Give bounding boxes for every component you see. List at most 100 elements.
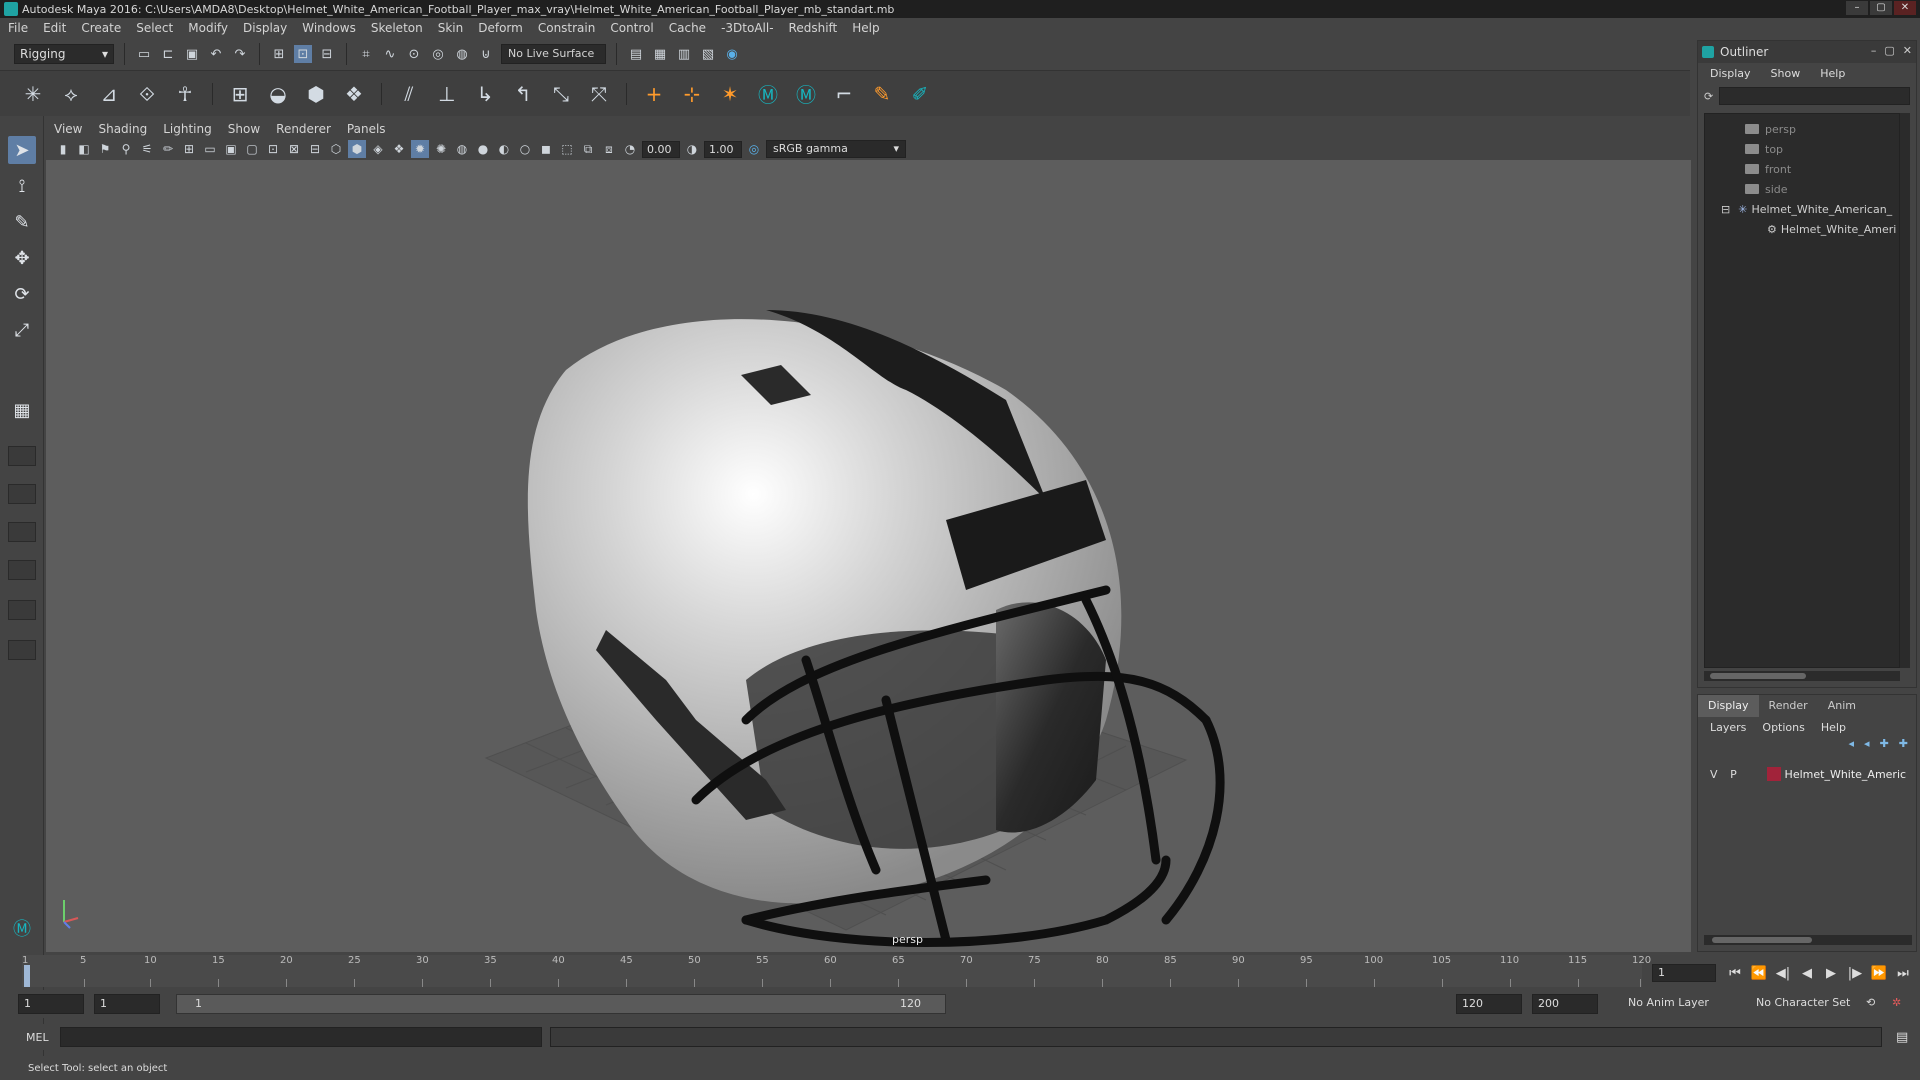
- snap-curve-icon[interactable]: ∿: [381, 45, 399, 63]
- outliner-menu-help[interactable]: Help: [1820, 67, 1845, 80]
- new-scene-icon[interactable]: ▭: [135, 45, 153, 63]
- render-view-icon[interactable]: ▤: [627, 45, 645, 63]
- select-by-object-icon[interactable]: ⊡: [294, 45, 312, 63]
- close-icon[interactable]: ✕: [1903, 44, 1912, 57]
- scale-constraint-icon[interactable]: ⤡: [546, 79, 576, 109]
- render-settings-icon[interactable]: ▧: [699, 45, 717, 63]
- anim-layer-dropdown[interactable]: No Anim Layer: [1628, 996, 1709, 1009]
- panel-menu-shading[interactable]: Shading: [98, 122, 147, 136]
- xray-components-icon[interactable]: ⧈: [600, 140, 618, 158]
- field-chart-icon[interactable]: ⊡: [264, 140, 282, 158]
- refresh-icon[interactable]: ⟳: [1704, 90, 1713, 103]
- layer-row[interactable]: V P Helmet_White_Americ: [1704, 765, 1912, 783]
- textured-icon[interactable]: ❖: [390, 140, 408, 158]
- orient-constraint-icon[interactable]: ↰: [508, 79, 538, 109]
- menu-windows[interactable]: Windows: [302, 21, 356, 35]
- close-button[interactable]: ✕: [1894, 1, 1916, 15]
- menu-help[interactable]: Help: [852, 21, 879, 35]
- layout-side-icon[interactable]: [8, 484, 36, 504]
- joint-tool-icon[interactable]: ✳: [18, 79, 48, 109]
- step-back-key-icon[interactable]: ⏪: [1750, 966, 1768, 981]
- 2d-pan-icon[interactable]: ⚟: [138, 140, 156, 158]
- layout-outliner-icon[interactable]: [8, 600, 36, 620]
- layout-stack-icon[interactable]: [8, 522, 36, 542]
- time-slider[interactable]: 1 5 10 15 20 25 30 35 40 45 50 55 60 65 …: [22, 955, 1651, 987]
- aim-constraint-icon[interactable]: ↳: [470, 79, 500, 109]
- maximize-button[interactable]: ▢: [1870, 1, 1892, 15]
- outliner-item-front[interactable]: front: [1745, 160, 1791, 178]
- point-constraint-icon[interactable]: ⊥: [432, 79, 462, 109]
- maya-m-icon[interactable]: Ⓜ: [753, 79, 783, 109]
- menu-constrain[interactable]: Constrain: [538, 21, 596, 35]
- collapse-icon[interactable]: ⊟: [1721, 203, 1730, 216]
- locator-icon[interactable]: +: [639, 79, 669, 109]
- move-layer-up-icon[interactable]: ◂: [1849, 737, 1855, 757]
- menu-control[interactable]: Control: [610, 21, 653, 35]
- layer-color-swatch[interactable]: [1766, 767, 1781, 781]
- safe-action-icon[interactable]: ⊠: [285, 140, 303, 158]
- single-pane-icon[interactable]: ▦: [8, 396, 36, 424]
- menu-edit[interactable]: Edit: [43, 21, 66, 35]
- minimize-icon[interactable]: –: [1871, 44, 1877, 57]
- paint-weights-icon[interactable]: ✎: [867, 79, 897, 109]
- snap-grid-icon[interactable]: ⌗: [357, 45, 375, 63]
- snap-view-icon[interactable]: ◎: [429, 45, 447, 63]
- magnet-icon[interactable]: ⊍: [477, 45, 495, 63]
- safe-title-icon[interactable]: ⊟: [306, 140, 324, 158]
- outliner-menu-display[interactable]: Display: [1710, 67, 1751, 80]
- current-time-marker[interactable]: [24, 965, 30, 987]
- current-frame-field[interactable]: 1: [1652, 964, 1716, 982]
- menu-3dtoall[interactable]: -3DtoAll-: [721, 21, 773, 35]
- ipr-render-icon[interactable]: ▥: [675, 45, 693, 63]
- hypershade-icon[interactable]: ◉: [723, 45, 741, 63]
- sculpt-icon[interactable]: ❖: [339, 79, 369, 109]
- step-back-frame-icon[interactable]: ◀|: [1774, 966, 1792, 981]
- exposure-field[interactable]: 0.00: [642, 140, 680, 158]
- menu-modify[interactable]: Modify: [188, 21, 228, 35]
- snap-point-icon[interactable]: ⊙: [405, 45, 423, 63]
- layer-visibility-toggle[interactable]: V: [1704, 768, 1724, 781]
- parent-constraint-icon[interactable]: ⤧: [584, 79, 614, 109]
- script-language-label[interactable]: MEL: [26, 1031, 60, 1044]
- xray-joints-icon[interactable]: ⧉: [579, 140, 597, 158]
- camera-attr-icon[interactable]: ◧: [75, 140, 93, 158]
- color-management-icon[interactable]: ◎: [745, 140, 763, 158]
- panel-menu-panels[interactable]: Panels: [347, 122, 386, 136]
- menu-create[interactable]: Create: [81, 21, 121, 35]
- menu-redshift[interactable]: Redshift: [789, 21, 838, 35]
- motion-blur-icon[interactable]: ●: [474, 140, 492, 158]
- anti-alias-icon[interactable]: ◐: [495, 140, 513, 158]
- menu-display[interactable]: Display: [243, 21, 287, 35]
- outliner-menu-show[interactable]: Show: [1771, 67, 1801, 80]
- menu-cache[interactable]: Cache: [669, 21, 706, 35]
- outliner-item-persp[interactable]: persp: [1745, 120, 1796, 138]
- isolate-select-icon[interactable]: ◼: [537, 140, 555, 158]
- outliner-search-input[interactable]: [1719, 87, 1910, 105]
- humanik-icon[interactable]: ☥: [170, 79, 200, 109]
- grid-toggle-icon[interactable]: ⊞: [180, 140, 198, 158]
- tab-display[interactable]: Display: [1698, 695, 1759, 717]
- ik-fk-icon[interactable]: ⊹: [677, 79, 707, 109]
- bookmark-icon[interactable]: ⚑: [96, 140, 114, 158]
- tab-anim[interactable]: Anim: [1818, 695, 1866, 717]
- menu-skeleton[interactable]: Skeleton: [371, 21, 423, 35]
- wireframe-on-shaded-icon[interactable]: ◈: [369, 140, 387, 158]
- step-forward-key-icon[interactable]: ⏩: [1870, 966, 1888, 981]
- layer-playback-toggle[interactable]: P: [1724, 768, 1744, 781]
- move-layer-down-icon[interactable]: ◂: [1864, 737, 1870, 757]
- scale-tool-icon[interactable]: ⤢: [8, 316, 36, 344]
- star-joint-icon[interactable]: ✶: [715, 79, 745, 109]
- gate-mask-icon[interactable]: ▢: [243, 140, 261, 158]
- outliner-vertical-scrollbar[interactable]: [1900, 113, 1910, 668]
- menu-skin[interactable]: Skin: [438, 21, 464, 35]
- outliner-item-side[interactable]: side: [1745, 180, 1788, 198]
- gamma-icon[interactable]: ◑: [683, 140, 701, 158]
- panel-menu-view[interactable]: View: [54, 122, 82, 136]
- grease-pencil-icon[interactable]: ✏: [159, 140, 177, 158]
- lattice-icon[interactable]: ⊞: [225, 79, 255, 109]
- menu-deform[interactable]: Deform: [478, 21, 523, 35]
- paint-select-icon[interactable]: ✎: [8, 208, 36, 236]
- resolution-gate-icon[interactable]: ▣: [222, 140, 240, 158]
- render-frame-icon[interactable]: ▦: [651, 45, 669, 63]
- play-forward-icon[interactable]: ▶: [1822, 966, 1840, 981]
